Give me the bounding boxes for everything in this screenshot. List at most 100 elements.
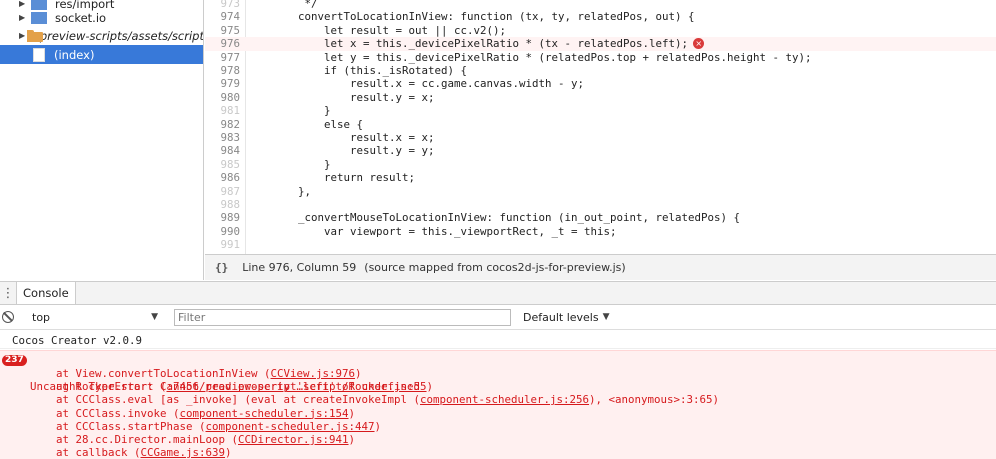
code-line[interactable]: 978 if (this._isRotated) { (205, 64, 996, 77)
code-line[interactable]: 987 }, (205, 185, 996, 198)
expand-arrow-icon[interactable]: ▶ (19, 31, 25, 40)
code-line[interactable]: 976 let x = this._devicePixelRatio * (tx… (205, 37, 996, 51)
code-text: */ (272, 0, 318, 10)
line-number[interactable]: 983 (205, 131, 240, 144)
code-text: else { (272, 117, 364, 131)
stack-frame-link[interactable]: component-scheduler.js:256 (420, 393, 589, 406)
stack-frame-link[interactable]: :7456/preview-script…script/Rocker.js:55 (167, 380, 427, 393)
pretty-print-button[interactable]: {} (215, 261, 228, 274)
stack-frame-link[interactable]: CCDirector.js:941 (238, 433, 349, 446)
stack-frame: at CCClass.invoke (component-scheduler.j… (30, 407, 355, 420)
line-number[interactable]: 988 (205, 198, 240, 211)
console-output: Cocos Creator v2.0.9 237 Uncaught TypeEr… (0, 330, 996, 459)
line-number[interactable]: 980 (205, 91, 240, 104)
stack-frame-link[interactable]: CCGame.js:639 (141, 446, 226, 459)
code-line[interactable]: 981 } (205, 104, 996, 117)
stack-frame-suffix: ) (225, 446, 232, 459)
line-number[interactable]: 989 (205, 211, 240, 224)
context-selector[interactable]: top ▼ (32, 311, 158, 324)
line-number[interactable]: 978 (205, 64, 240, 77)
cursor-position: Line 976, Column 59 (242, 261, 357, 274)
line-number[interactable]: 975 (205, 24, 240, 37)
line-number[interactable]: 991 (205, 238, 240, 251)
line-number[interactable]: 985 (205, 158, 240, 171)
line-number[interactable]: 981 (205, 104, 240, 117)
code-line[interactable]: 986 return result; (205, 171, 996, 184)
code-text: var viewport = this._viewportRect, _t = … (272, 224, 617, 238)
editor-status-bar: {} Line 976, Column 59 (source mapped fr… (205, 254, 996, 280)
context-selector-value: top (32, 310, 51, 324)
nav-item-preview-scripts[interactable]: ▶ preview-scripts/assets/script (0, 26, 203, 45)
kebab-menu-icon[interactable]: ⋮ (0, 282, 16, 304)
error-marker-icon[interactable]: × (693, 38, 705, 50)
code-text: result.x = x; (272, 131, 435, 144)
code-line[interactable]: 979 result.x = cc.game.canvas.width - y; (205, 77, 996, 90)
stack-frame-prefix: at 28.cc.Director.mainLoop ( (30, 433, 239, 446)
tab-console[interactable]: Console (16, 282, 76, 304)
log-levels-label: Default levels (523, 310, 599, 324)
line-number[interactable]: 982 (205, 118, 240, 131)
filter-input[interactable]: Filter (174, 308, 511, 326)
stack-frame: at Rocker.start (:7456/preview-script…sc… (30, 380, 433, 393)
code-line[interactable]: 989 _convertMouseToLocationInView: funct… (205, 211, 996, 224)
code-text: let x = this._devicePixelRatio * (tx - r… (272, 37, 689, 51)
code-line[interactable]: 975 let result = out || cc.v2(); (205, 24, 996, 37)
line-number[interactable]: 990 (205, 225, 240, 238)
stack-frame: at CCClass.startPhase (component-schedul… (30, 420, 381, 433)
log-levels-dropdown[interactable]: Default levels ▼ (523, 311, 610, 324)
code-text: convertToLocationInView: function (tx, t… (272, 10, 695, 24)
line-number[interactable]: 979 (205, 77, 240, 90)
console-info-message: Cocos Creator v2.0.9 (0, 332, 996, 349)
stack-frame-prefix: at View.convertToLocationInView ( (30, 367, 271, 380)
line-number[interactable]: 973 (205, 0, 240, 10)
nav-item-index[interactable]: (index) (0, 45, 203, 64)
stack-frame-suffix: ), <anonymous>:3:65) (589, 393, 720, 407)
stack-frame-prefix: at CCClass.eval [as _invoke] (eval at cr… (30, 393, 421, 407)
code-line[interactable]: 973 */ (205, 0, 996, 10)
stack-frame-link[interactable]: component-scheduler.js:447 (206, 420, 375, 433)
folder-icon (31, 11, 47, 24)
stack-frame-link[interactable]: CCView.js:976 (271, 367, 356, 380)
file-navigator: ▶ res/import ▶ socket.io ▶ preview-scrip… (0, 0, 204, 280)
stack-frame: at 28.cc.Director.mainLoop (CCDirector.j… (30, 433, 355, 446)
dropdown-caret-icon: ▼ (602, 312, 610, 322)
code-line[interactable]: 983 result.x = x; (205, 131, 996, 144)
code-editor[interactable]: 973 */974 convertToLocationInView: funct… (205, 0, 996, 254)
code-text: result.y = x; (272, 90, 435, 104)
nav-item-socket-io[interactable]: ▶ socket.io (0, 8, 203, 27)
expand-arrow-icon[interactable]: ▶ (19, 0, 29, 8)
code-line[interactable]: 980 result.y = x; (205, 91, 996, 104)
line-number[interactable]: 984 (205, 144, 240, 157)
code-line[interactable]: 984 result.y = y; (205, 144, 996, 157)
folder-icon (27, 29, 43, 42)
code-line[interactable]: 974 convertToLocationInView: function (t… (205, 10, 996, 23)
error-header: 237 Uncaught TypeError: Cannot read prop… (0, 354, 996, 393)
line-number[interactable]: 987 (205, 185, 240, 198)
nav-item-label: (index) (54, 47, 95, 62)
error-count-badge: 237 (2, 355, 27, 366)
line-number[interactable]: 977 (205, 51, 240, 64)
stack-frame: at CCClass.eval [as _invoke] (eval at cr… (30, 393, 719, 406)
line-number[interactable]: 974 (205, 10, 240, 23)
line-number[interactable]: 976 (205, 37, 240, 50)
code-line[interactable]: 990 var viewport = this._viewportRect, _… (205, 225, 996, 238)
source-map-info: (source mapped from cocos2d-js-for-previ… (364, 261, 626, 274)
line-number[interactable]: 986 (205, 171, 240, 184)
dropdown-caret-icon: ▼ (151, 312, 158, 322)
code-line[interactable]: 988 (205, 198, 996, 211)
clear-console-icon[interactable] (2, 311, 14, 323)
stack-frame-prefix: at Rocker.start ( (30, 380, 167, 394)
stack-frame: at callback (CCGame.js:639) (30, 446, 232, 459)
code-line[interactable]: 977 let y = this._devicePixelRatio * (re… (205, 51, 996, 64)
stack-frame-prefix: at CCClass.startPhase ( (30, 419, 206, 433)
console-error-message[interactable]: 237 Uncaught TypeError: Cannot read prop… (0, 350, 996, 459)
stack-frame-link[interactable]: component-scheduler.js:154 (180, 407, 349, 420)
code-line[interactable]: 991 (205, 238, 996, 251)
code-line[interactable]: 982 else { (205, 118, 996, 131)
code-text: return result; (272, 171, 416, 185)
stack-frame-suffix: ) (355, 367, 362, 380)
nav-item-label: socket.io (55, 10, 107, 25)
code-text: let y = this._devicePixelRatio * (relate… (272, 50, 812, 64)
expand-arrow-icon[interactable]: ▶ (19, 13, 29, 22)
code-line[interactable]: 985 } (205, 158, 996, 171)
